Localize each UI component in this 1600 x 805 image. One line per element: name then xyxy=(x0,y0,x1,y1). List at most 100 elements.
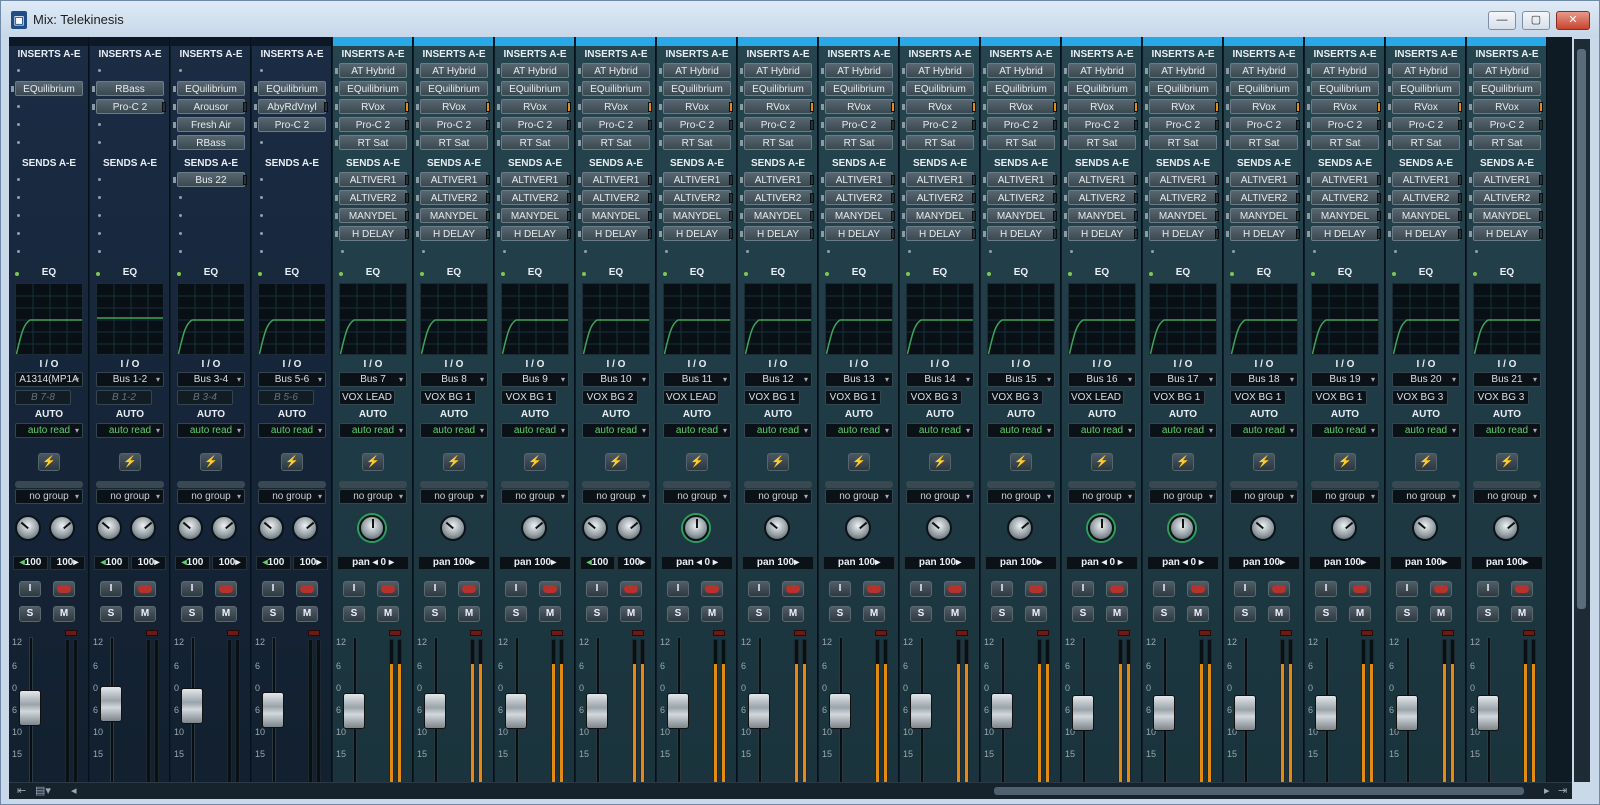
send-enable-icon[interactable] xyxy=(740,231,743,237)
insert-slot[interactable]: Pro-C 2 xyxy=(335,117,409,132)
bypass-icon[interactable] xyxy=(1064,140,1067,146)
automation-mode-select[interactable]: auto read ▾ xyxy=(1230,423,1298,438)
send-enable-icon[interactable] xyxy=(335,213,338,219)
send-enable-icon[interactable] xyxy=(1226,213,1229,219)
pan-knob[interactable] xyxy=(1331,515,1357,541)
insert-slot[interactable]: RVox xyxy=(659,99,733,114)
right-pan-knob[interactable] xyxy=(292,515,318,541)
insert-slot[interactable]: RT Sat xyxy=(740,135,812,150)
bypass-icon[interactable] xyxy=(983,104,986,110)
insert-slot[interactable]: AT Hybrid xyxy=(1469,63,1541,78)
bypass-icon[interactable] xyxy=(416,104,419,110)
scrollbar-thumb[interactable] xyxy=(1577,49,1586,609)
output-select[interactable]: VOX BG 1⚲ xyxy=(1311,390,1367,405)
send-enable-icon[interactable] xyxy=(1064,177,1067,183)
output-select[interactable]: VOX BG 1⚲ xyxy=(1149,390,1205,405)
pan-knob[interactable] xyxy=(521,515,547,541)
bypass-icon[interactable] xyxy=(1064,122,1067,128)
output-select[interactable]: VOX LEAD⚲ xyxy=(663,390,719,405)
insert-slot[interactable]: RT Sat xyxy=(659,135,731,150)
pan-knob[interactable] xyxy=(1088,515,1114,541)
automation-mode-select[interactable]: auto read ▾ xyxy=(501,423,569,438)
record-arm-button[interactable] xyxy=(1268,581,1290,597)
mute-button[interactable]: M xyxy=(1511,606,1533,622)
bypass-icon[interactable] xyxy=(1469,140,1472,146)
eq-graph[interactable] xyxy=(1068,283,1136,355)
volume-fader[interactable] xyxy=(586,693,608,729)
output-select[interactable]: B 1-2⚲ xyxy=(96,390,152,405)
horizontal-scrollbar-thumb[interactable] xyxy=(994,787,1524,795)
left-pan-knob[interactable] xyxy=(177,515,203,541)
insert-slot[interactable]: AT Hybrid xyxy=(1145,63,1217,78)
right-pan-knob[interactable] xyxy=(616,515,642,541)
send-enable-icon[interactable] xyxy=(1469,195,1472,201)
send-slot[interactable]: ALTIVER1 xyxy=(983,172,1057,187)
send-slot[interactable]: ALTIVER1 xyxy=(902,172,976,187)
pan-right-value[interactable]: 100▸ xyxy=(617,556,652,570)
bypass-icon[interactable] xyxy=(416,122,419,128)
group-select[interactable]: no group ▾ xyxy=(663,489,731,504)
input-echo-button[interactable]: I xyxy=(586,581,608,597)
bypass-icon[interactable] xyxy=(416,86,419,92)
narrow-strips-icon[interactable]: ⇤ xyxy=(17,784,26,797)
volume-fader[interactable] xyxy=(181,688,203,724)
insert-slot[interactable]: EQuilibrium xyxy=(173,81,245,96)
input-select[interactable]: Bus 3-4 ▾ xyxy=(177,372,245,387)
insert-slot[interactable]: AT Hybrid xyxy=(1226,63,1298,78)
bypass-icon[interactable] xyxy=(173,122,176,128)
send-slot[interactable]: H DELAY xyxy=(740,226,814,241)
quick-group-bolt-icon[interactable]: ⚡ xyxy=(200,453,222,471)
clip-indicator[interactable] xyxy=(1280,630,1292,636)
empty-send-slot[interactable] xyxy=(908,250,911,253)
insert-slot[interactable]: RT Sat xyxy=(497,135,569,150)
send-slot[interactable]: ALTIVER1 xyxy=(1307,172,1381,187)
bypass-icon[interactable] xyxy=(983,86,986,92)
send-enable-icon[interactable] xyxy=(497,213,500,219)
insert-slot[interactable]: RT Sat xyxy=(821,135,893,150)
bypass-icon[interactable] xyxy=(1469,104,1472,110)
right-pan-knob[interactable] xyxy=(130,515,156,541)
insert-slot[interactable]: RVox xyxy=(740,99,814,114)
bypass-icon[interactable] xyxy=(1307,122,1310,128)
insert-slot[interactable]: AT Hybrid xyxy=(821,63,893,78)
send-slot[interactable]: MANYDEL xyxy=(416,208,490,223)
insert-slot[interactable]: Pro-C 2 xyxy=(1226,117,1300,132)
volume-fader[interactable] xyxy=(910,693,932,729)
send-enable-icon[interactable] xyxy=(902,231,905,237)
pan-knob[interactable] xyxy=(1493,515,1519,541)
quick-group-bolt-icon[interactable]: ⚡ xyxy=(686,453,708,471)
send-slot[interactable]: ALTIVER1 xyxy=(740,172,814,187)
bypass-icon[interactable] xyxy=(1388,140,1391,146)
insert-slot[interactable]: EQuilibrium xyxy=(335,81,407,96)
automation-mode-select[interactable]: auto read ▾ xyxy=(582,423,650,438)
bypass-icon[interactable] xyxy=(902,86,905,92)
empty-insert-slot[interactable] xyxy=(17,105,20,108)
mute-button[interactable]: M xyxy=(701,606,723,622)
input-select[interactable]: Bus 10 ▾ xyxy=(582,372,650,387)
pan-value[interactable]: pan ◂ 0 ▸ xyxy=(661,556,733,570)
send-enable-icon[interactable] xyxy=(578,177,581,183)
bypass-icon[interactable] xyxy=(740,122,743,128)
send-enable-icon[interactable] xyxy=(983,231,986,237)
insert-slot[interactable]: Pro-C 2 xyxy=(1469,117,1543,132)
bypass-icon[interactable] xyxy=(659,140,662,146)
mute-button[interactable]: M xyxy=(53,606,75,622)
bypass-icon[interactable] xyxy=(578,122,581,128)
empty-send-slot[interactable] xyxy=(260,196,263,199)
send-slot[interactable]: MANYDEL xyxy=(335,208,409,223)
send-slot[interactable]: ALTIVER1 xyxy=(1064,172,1138,187)
empty-insert-slot[interactable] xyxy=(260,69,263,72)
record-arm-button[interactable] xyxy=(377,581,399,597)
eq-graph[interactable] xyxy=(663,283,731,355)
pan-left-value[interactable]: ◂100 xyxy=(175,556,210,570)
insert-slot[interactable]: RT Sat xyxy=(1145,135,1217,150)
eq-graph[interactable] xyxy=(906,283,974,355)
bypass-icon[interactable] xyxy=(740,68,743,74)
insert-slot[interactable]: EQuilibrium xyxy=(254,81,326,96)
send-slot[interactable]: Bus 22 xyxy=(173,172,247,187)
automation-mode-select[interactable]: auto read ▾ xyxy=(1392,423,1460,438)
send-enable-icon[interactable] xyxy=(740,213,743,219)
automation-mode-select[interactable]: auto read ▾ xyxy=(420,423,488,438)
bypass-icon[interactable] xyxy=(983,140,986,146)
bypass-icon[interactable] xyxy=(254,86,257,92)
